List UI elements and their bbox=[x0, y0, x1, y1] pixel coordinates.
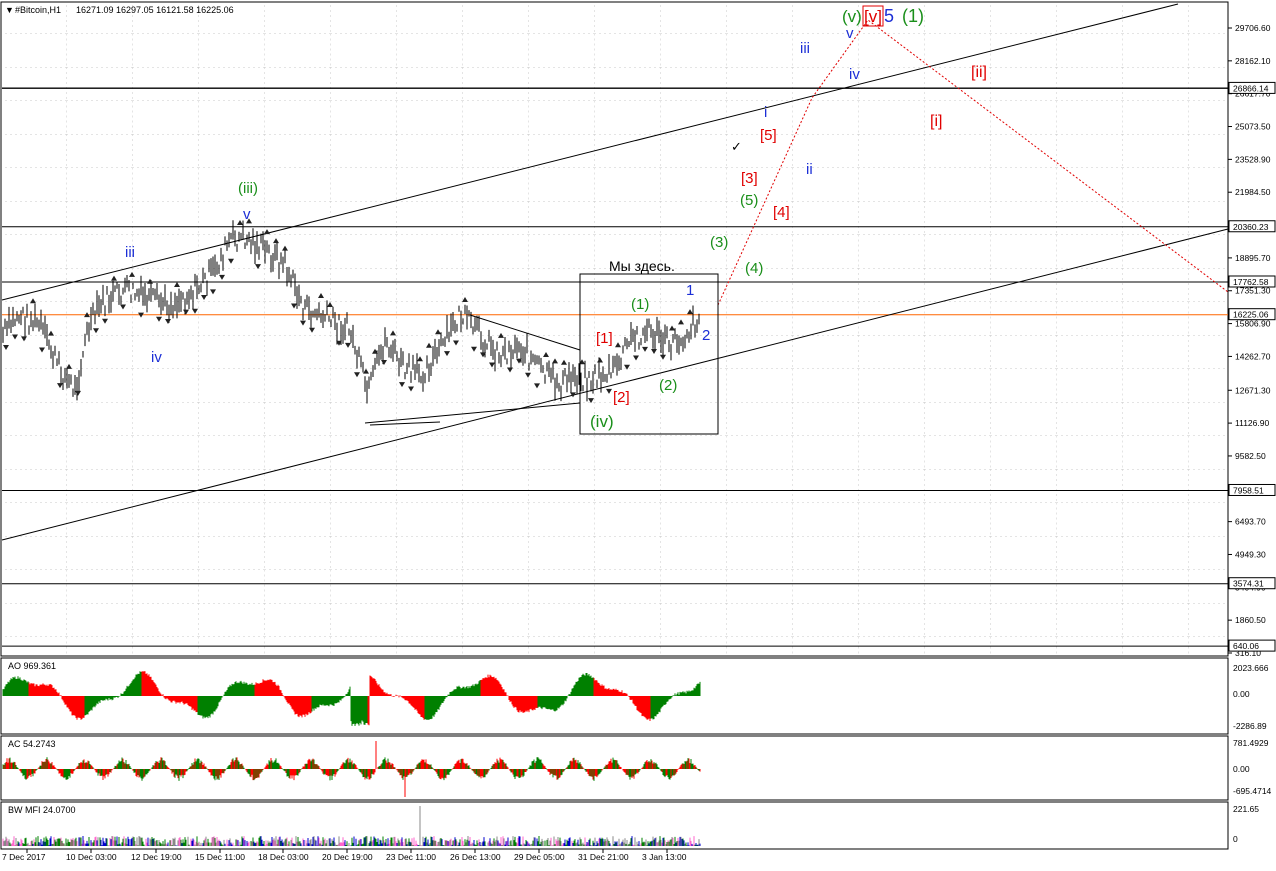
wave-label: (4) bbox=[745, 260, 763, 277]
chart-header-arrow-icon[interactable]: ▼ bbox=[5, 5, 14, 15]
time-tick-label: 23 Dec 11:00 bbox=[386, 852, 436, 862]
time-tick-label: 29 Dec 05:00 bbox=[514, 852, 565, 862]
chart-symbol: #Bitcoin,H1 bbox=[15, 5, 61, 15]
wave-label: (iv) bbox=[590, 412, 614, 431]
checkmark-icon: ✓ bbox=[731, 139, 742, 154]
wave-label: [1] bbox=[596, 330, 613, 347]
level-label: 20360.23 bbox=[1233, 222, 1269, 232]
price-tick-label: 6493.70 bbox=[1235, 517, 1266, 527]
wave-label: ii bbox=[806, 161, 813, 178]
chart-ohlc: 16271.09 16297.05 16121.58 16225.06 bbox=[76, 5, 234, 15]
wave-label: [ii] bbox=[971, 64, 987, 81]
wave-label: 2 bbox=[702, 327, 710, 344]
price-panel-grid bbox=[2, 3, 1227, 655]
wave-label: [i] bbox=[930, 113, 942, 130]
time-tick-label: 18 Dec 03:00 bbox=[258, 852, 309, 862]
wave-label: 1 bbox=[686, 282, 694, 299]
price-tick-label: 1860.50 bbox=[1235, 615, 1266, 625]
time-tick-label: 7 Dec 2017 bbox=[2, 852, 46, 862]
level-label: 7958.51 bbox=[1233, 485, 1264, 495]
price-tick-label: 23528.90 bbox=[1235, 154, 1271, 164]
chart-canvas[interactable]: (iii)viiiiv(iv)[1][2](1)(2)12(3)(4)(5)[3… bbox=[0, 0, 1276, 866]
wave-label: (2) bbox=[659, 377, 677, 394]
indicator-tick-label: 2023.666 bbox=[1233, 663, 1269, 673]
price-tick-label: 25073.50 bbox=[1235, 122, 1271, 132]
level-label: 26866.14 bbox=[1233, 83, 1269, 93]
time-tick-label: 12 Dec 19:00 bbox=[131, 852, 182, 862]
indicator-name: BW MFI 24.0700 bbox=[8, 805, 76, 815]
indicator-name: AO 969.361 bbox=[8, 661, 56, 671]
indicator-tick-label: 781.4929 bbox=[1233, 738, 1269, 748]
price-tick-label: 12671.30 bbox=[1235, 385, 1271, 395]
wave-label: v bbox=[243, 206, 251, 223]
wave-label: [3] bbox=[741, 170, 758, 187]
indicator-name: AC 54.2743 bbox=[8, 739, 56, 749]
time-axis: 7 Dec 2017 10 Dec 03:00 12 Dec 19:00 15 Dec… bbox=[2, 849, 687, 862]
wave-label: (1) bbox=[902, 6, 924, 26]
wave-label: (1) bbox=[631, 296, 649, 313]
wave-label: iii bbox=[800, 40, 810, 57]
indicator-tick-label: -2286.89 bbox=[1233, 721, 1267, 731]
wave-label: (v) bbox=[842, 7, 862, 26]
price-tick-label: 29706.60 bbox=[1235, 23, 1271, 33]
time-tick-label: 20 Dec 19:00 bbox=[322, 852, 373, 862]
wave-label: [v] bbox=[864, 7, 882, 26]
price-axis: 29706.6028162.1026617.7025073.5023528.90… bbox=[1228, 23, 1276, 658]
level-label: 16225.06 bbox=[1233, 310, 1269, 320]
time-tick-label: 26 Dec 13:00 bbox=[450, 852, 501, 862]
wave-label: (iii) bbox=[238, 180, 258, 197]
wave-label: iii bbox=[125, 244, 135, 261]
wave-label: iv bbox=[151, 349, 162, 366]
indicator-tick-label: 221.65 bbox=[1233, 804, 1259, 814]
price-tick-label: 28162.10 bbox=[1235, 56, 1271, 66]
time-tick-label: 31 Dec 21:00 bbox=[578, 852, 629, 862]
indicator-tick-label: 0 bbox=[1233, 834, 1238, 844]
level-label: 640.06 bbox=[1233, 641, 1259, 651]
indicator-tick-label: -695.4714 bbox=[1233, 786, 1272, 796]
indicator-tick-label: 0.00 bbox=[1233, 689, 1250, 699]
time-tick-label: 10 Dec 03:00 bbox=[66, 852, 117, 862]
price-tick-label: 11126.90 bbox=[1235, 418, 1269, 428]
wave-label: (3) bbox=[710, 234, 728, 251]
wave-label: i bbox=[764, 104, 767, 121]
price-tick-label: 14262.70 bbox=[1235, 351, 1271, 361]
wave-label: [2] bbox=[613, 389, 630, 406]
price-tick-label: 9582.50 bbox=[1235, 451, 1266, 461]
level-label: 17762.58 bbox=[1233, 277, 1269, 287]
level-label: 3574.31 bbox=[1233, 579, 1264, 589]
price-tick-label: 4949.30 bbox=[1235, 549, 1266, 559]
wave-label: 5 bbox=[884, 6, 894, 26]
wave-label: [4] bbox=[773, 204, 790, 221]
wave-label: v bbox=[846, 25, 854, 42]
annotation-box-label: Мы здесь. bbox=[609, 258, 675, 274]
price-tick-label: 18895.70 bbox=[1235, 253, 1271, 263]
time-tick-label: 3 Jan 13:00 bbox=[642, 852, 687, 862]
wave-label: [5] bbox=[760, 127, 777, 144]
indicator-tick-label: 0.00 bbox=[1233, 764, 1250, 774]
wave-label: (5) bbox=[740, 192, 758, 209]
wave-label: iv bbox=[849, 66, 860, 83]
time-tick-label: 15 Dec 11:00 bbox=[195, 852, 245, 862]
price-tick-label: 21984.50 bbox=[1235, 187, 1271, 197]
chart-window: (iii) v iii iv (iv) [1] [2] (1) (2) 1 2 (3) (4) (5) [3… bbox=[0, 0, 1276, 866]
